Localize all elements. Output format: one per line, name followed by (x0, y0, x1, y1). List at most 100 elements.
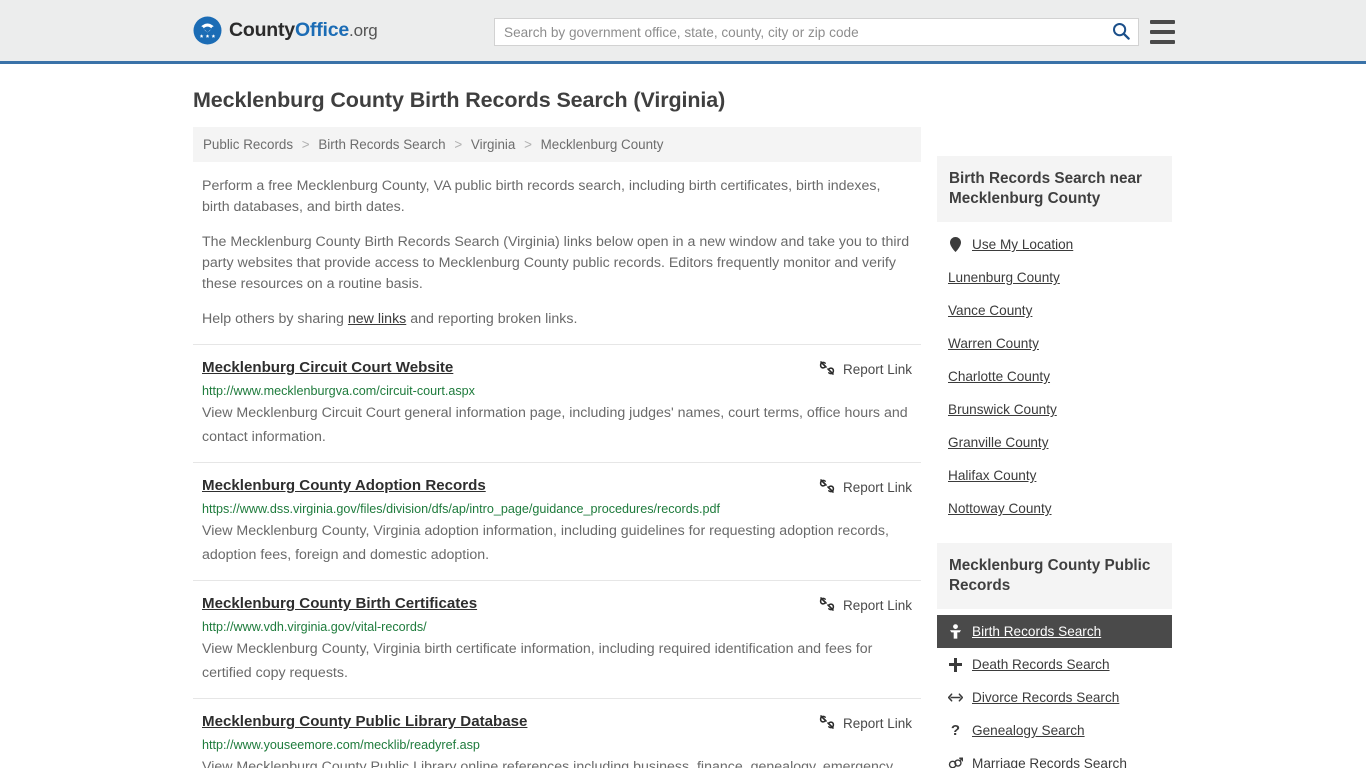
breadcrumb: Public Records > Birth Records Search > … (193, 127, 921, 162)
intro-paragraph-2: The Mecklenburg County Birth Records Sea… (202, 234, 910, 292)
result-title-link[interactable]: Mecklenburg County Public Library Databa… (202, 713, 527, 730)
nearby-counties-list: Lunenburg County Vance County Warren Count… (937, 261, 1172, 525)
county-label: Lunenburg County (948, 270, 1060, 285)
result-url: http://www.vdh.virginia.gov/vital-record… (202, 620, 427, 634)
sidebar-record-item[interactable]: Marriage Records Search (937, 747, 1172, 768)
record-item-label: Birth Records Search (972, 624, 1102, 639)
cross-icon (948, 657, 963, 672)
record-item-label: Genealogy Search (972, 723, 1085, 738)
logo-text-part1: County (229, 19, 295, 41)
sidebar-record-item[interactable]: Birth Records Search (937, 615, 1172, 648)
intro-p3-before: Help others by sharing (202, 311, 348, 327)
report-link-label: Report Link (842, 716, 912, 731)
sidebar-county-link[interactable]: Charlotte County (937, 360, 1172, 393)
sidebar-record-item[interactable]: Divorce Records Search (937, 681, 1172, 714)
split-arrows-icon (948, 692, 963, 703)
site-header: CountyOffice.org (0, 0, 1366, 64)
county-label: Halifax County (948, 468, 1037, 483)
result-url: http://www.mecklenburgva.com/circuit-cou… (202, 384, 475, 398)
sidebar-county-link[interactable]: Granville County (937, 426, 1172, 459)
hamburger-bar (1150, 40, 1175, 44)
search-input[interactable] (495, 19, 1104, 45)
sidebar-public-records-title: Mecklenburg County Public Records (937, 543, 1172, 609)
breadcrumb-item-2[interactable]: Virginia (471, 137, 515, 152)
sidebar-county-link[interactable]: Vance County (937, 294, 1172, 327)
result-header: Mecklenburg County Public Library Databa… (202, 713, 912, 733)
sidebar-county-link[interactable]: Brunswick County (937, 393, 1172, 426)
county-label: Warren County (948, 336, 1039, 351)
sidebar-county-link[interactable]: Lunenburg County (937, 261, 1172, 294)
intro-p3-after: and reporting broken links. (406, 311, 578, 327)
result-description: View Mecklenburg Circuit Court general i… (202, 405, 908, 445)
sidebar-nearby-list: Use My Location Lunenburg County Vance Co… (937, 228, 1172, 525)
result-title-link[interactable]: Mecklenburg Circuit Court Website (202, 359, 453, 376)
result-item: Mecklenburg Circuit Court Website Report … (193, 344, 921, 462)
breadcrumb-item-0[interactable]: Public Records (203, 137, 293, 152)
report-link-button[interactable]: Report Link (819, 359, 912, 379)
page-body: Mecklenburg County Birth Records Search … (0, 88, 1366, 768)
sidebar-item-use-my-location[interactable]: Use My Location (937, 228, 1172, 261)
main-column: Public Records > Birth Records Search > … (193, 127, 921, 768)
result-item: Mecklenburg County Adoption Records Repor… (193, 462, 921, 580)
result-url: http://www.youseemore.com/mecklib/readyr… (202, 738, 480, 752)
result-header: Mecklenburg Circuit Court Website Report … (202, 359, 912, 379)
result-url: https://www.dss.virginia.gov/files/divis… (202, 502, 721, 516)
sidebar-nearby-title: Birth Records Search near Mecklenburg Co… (937, 156, 1172, 222)
sidebar-county-link[interactable]: Halifax County (937, 459, 1172, 492)
report-link-label: Report Link (842, 598, 912, 613)
eagle-seal-icon (193, 16, 222, 45)
county-label: Granville County (948, 435, 1049, 450)
broken-link-icon (819, 360, 835, 379)
sidebar-public-records-list: Birth Records Search Death Records Search… (937, 615, 1172, 768)
report-link-label: Report Link (842, 480, 912, 495)
search-icon (1112, 22, 1130, 43)
record-item-label: Divorce Records Search (972, 690, 1120, 705)
result-header: Mecklenburg County Adoption Records Repor… (202, 477, 912, 497)
county-label: Vance County (948, 303, 1033, 318)
record-item-label: Marriage Records Search (972, 756, 1127, 768)
site-logo[interactable]: CountyOffice.org (193, 16, 378, 45)
content-row: Public Records > Birth Records Search > … (193, 127, 1173, 768)
intro-text: Perform a free Mecklenburg County, VA pu… (193, 176, 921, 330)
hamburger-menu-icon[interactable] (1150, 20, 1175, 44)
broken-link-icon (819, 478, 835, 497)
intro-paragraph-1: Perform a free Mecklenburg County, VA pu… (202, 178, 881, 215)
logo-wordmark: CountyOffice.org (229, 19, 378, 42)
result-title-link[interactable]: Mecklenburg County Adoption Records (202, 477, 486, 494)
report-link-button[interactable]: Report Link (819, 713, 912, 733)
report-link-button[interactable]: Report Link (819, 595, 912, 615)
breadcrumb-item-3[interactable]: Mecklenburg County (541, 137, 664, 152)
result-item: Mecklenburg County Public Library Databa… (193, 698, 921, 768)
map-pin-icon (948, 237, 963, 252)
result-description: View Mecklenburg County Public Library o… (202, 759, 894, 768)
sidebar-county-link[interactable]: Nottoway County (937, 492, 1172, 525)
county-label: Charlotte County (948, 369, 1051, 384)
record-item-label: Death Records Search (972, 657, 1110, 672)
gender-symbols-icon (948, 757, 963, 768)
search-button[interactable] (1104, 19, 1138, 45)
broken-link-icon (819, 714, 835, 733)
result-item: Mecklenburg County Birth Certificates Rep… (193, 580, 921, 698)
breadcrumb-item-1[interactable]: Birth Records Search (318, 137, 445, 152)
result-title-link[interactable]: Mecklenburg County Birth Certificates (202, 595, 477, 612)
page-title: Mecklenburg County Birth Records Search … (193, 88, 726, 112)
breadcrumb-separator: > (454, 137, 463, 152)
broken-link-icon (819, 596, 835, 615)
logo-text-part3: .org (349, 21, 378, 40)
breadcrumb-separator: > (524, 137, 532, 152)
sidebar: Birth Records Search near Mecklenburg Co… (937, 127, 1172, 768)
report-link-button[interactable]: Report Link (819, 477, 912, 497)
search-bar[interactable] (494, 18, 1139, 46)
results-list: Mecklenburg Circuit Court Website Report … (193, 344, 921, 768)
result-description: View Mecklenburg County, Virginia birth … (202, 641, 873, 681)
county-label: Nottoway County (948, 501, 1052, 516)
sidebar-record-item[interactable]: ? Genealogy Search (937, 714, 1172, 747)
sidebar-record-item[interactable]: Death Records Search (937, 648, 1172, 681)
baby-icon (948, 624, 963, 639)
sidebar-county-link[interactable]: Warren County (937, 327, 1172, 360)
hamburger-bar (1150, 30, 1175, 34)
new-links-link[interactable]: new links (348, 311, 406, 327)
intro-paragraph-3: Help others by sharing new links and rep… (193, 309, 921, 330)
report-link-label: Report Link (842, 362, 912, 377)
